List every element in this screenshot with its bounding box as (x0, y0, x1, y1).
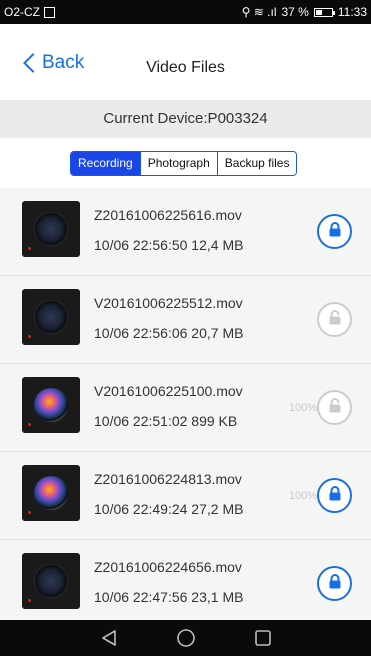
page-title: Video Files (146, 59, 225, 76)
camera-lens-icon (34, 212, 68, 246)
file-meta: 10/06 22:56:50 12,4 MB (94, 237, 244, 253)
lock-button[interactable] (317, 302, 352, 337)
file-type-tabs: Recording Photograph Backup files (70, 151, 298, 176)
carrier-name: O2-CZ (4, 5, 40, 19)
video-thumbnail (22, 289, 80, 345)
camera-lens-icon (34, 476, 68, 510)
record-led-icon (28, 511, 31, 514)
battery-percent: 37 % (281, 5, 309, 19)
tab-backup-files[interactable]: Backup files (216, 152, 297, 175)
video-thumbnail (22, 377, 80, 433)
record-led-icon (28, 247, 31, 250)
lock-button[interactable] (317, 390, 352, 425)
list-item[interactable]: Z20161006224656.mov 10/06 22:47:56 23,1 … (0, 540, 371, 620)
list-item[interactable]: V20161006225512.mov 10/06 22:56:06 20,7 … (0, 276, 371, 364)
lock-button[interactable] (317, 478, 352, 513)
current-device-label: Current Device:P003324 (0, 100, 371, 138)
recents-square-icon (254, 630, 271, 646)
file-name: Z20161006225616.mov (94, 207, 242, 223)
lock-button[interactable] (317, 214, 352, 249)
home-circle-icon (176, 629, 195, 647)
signal-icons: ⚲ ≋ .ıl (241, 5, 277, 19)
list-item[interactable]: Z20161006224813.mov 10/06 22:49:24 27,2 … (0, 452, 371, 540)
nav-back-button[interactable] (89, 620, 129, 656)
file-meta: 10/06 22:47:56 23,1 MB (94, 589, 244, 605)
video-thumbnail (22, 553, 80, 609)
record-led-icon (28, 423, 31, 426)
navigation-bar: Back Video Files (0, 24, 371, 100)
lock-icon (326, 572, 344, 595)
lock-button[interactable] (317, 566, 352, 601)
file-meta: 10/06 22:51:02 899 KB (94, 413, 238, 429)
status-right: ⚲ ≋ .ıl 37 % 11:33 (242, 5, 367, 19)
file-name: V20161006225100.mov (94, 383, 243, 399)
record-led-icon (28, 599, 31, 602)
nav-recents-button[interactable] (243, 620, 283, 656)
file-meta: 10/06 22:56:06 20,7 MB (94, 325, 244, 341)
lock-icon (326, 220, 344, 243)
lock-icon (326, 308, 344, 331)
back-triangle-icon (101, 630, 116, 646)
tab-photograph[interactable]: Photograph (139, 152, 217, 175)
carrier-group: O2-CZ (4, 5, 55, 19)
nav-home-button[interactable] (166, 620, 206, 656)
video-file-list[interactable]: Z20161006225616.mov 10/06 22:56:50 12,4 … (0, 188, 371, 620)
lock-icon (326, 396, 344, 419)
file-name: Z20161006224813.mov (94, 471, 242, 487)
tab-recording[interactable]: Recording (71, 152, 140, 175)
download-progress: 100% (288, 490, 317, 502)
status-bar: O2-CZ ⚲ ≋ .ıl 37 % 11:33 (0, 0, 371, 24)
system-navigation-bar (0, 620, 371, 656)
video-thumbnail (22, 201, 80, 257)
download-progress: 100% (288, 402, 317, 414)
video-thumbnail (22, 465, 80, 521)
battery-icon (313, 7, 335, 17)
sim-icon (44, 6, 55, 18)
list-item[interactable]: V20161006225100.mov 10/06 22:51:02 899 K… (0, 364, 371, 452)
lock-icon (326, 484, 344, 507)
camera-lens-icon (34, 300, 68, 334)
camera-lens-icon (34, 388, 68, 422)
list-item[interactable]: Z20161006225616.mov 10/06 22:56:50 12,4 … (0, 188, 371, 276)
file-name: V20161006225512.mov (94, 295, 243, 311)
file-meta: 10/06 22:49:24 27,2 MB (94, 501, 244, 517)
file-name: Z20161006224656.mov (94, 559, 242, 575)
camera-lens-icon (34, 564, 68, 598)
record-led-icon (28, 335, 31, 338)
clock: 11:33 (337, 5, 367, 19)
